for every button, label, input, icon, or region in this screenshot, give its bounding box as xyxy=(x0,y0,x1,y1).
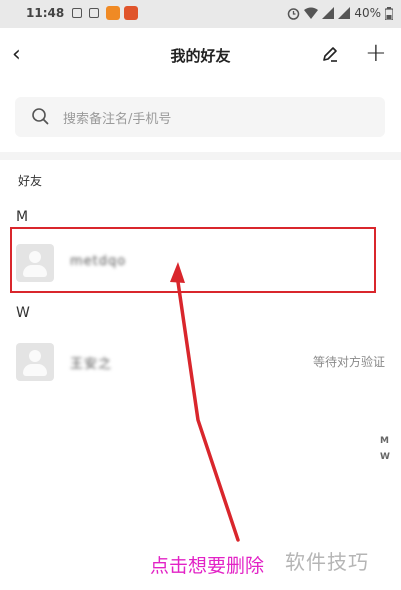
edit-icon[interactable] xyxy=(320,44,340,68)
divider xyxy=(0,152,401,160)
pending-status: 等待对方验证 xyxy=(312,355,385,369)
avatar xyxy=(16,343,54,381)
battery-percent: 40% xyxy=(354,6,381,20)
search-bar[interactable]: 搜索备注名/手机号 xyxy=(15,97,385,137)
status-time: 11:48 xyxy=(26,6,65,20)
side-index-m[interactable]: M xyxy=(380,436,389,446)
side-index-w[interactable]: W xyxy=(380,452,390,462)
group-letter-w: W xyxy=(16,305,30,321)
app-notification-icon xyxy=(106,6,120,20)
add-friend-button[interactable]: + xyxy=(365,38,387,68)
notification-icon xyxy=(89,8,99,18)
battery-icon xyxy=(385,6,393,20)
signal-icon xyxy=(338,7,351,19)
annotation-arrow xyxy=(170,262,240,542)
search-icon xyxy=(31,107,49,129)
annotation-caption: 点击想要删除 xyxy=(150,555,265,577)
friend-row-w[interactable]: 王安之 等待对方验证 xyxy=(0,333,401,393)
status-indicators: 40% xyxy=(287,6,393,20)
signal-icon xyxy=(322,7,335,19)
watermark: 软件技巧 xyxy=(285,550,369,574)
app-notification-icon xyxy=(124,6,138,20)
friend-name: 王安之 xyxy=(70,357,113,372)
status-bar: 11:48 40% xyxy=(0,0,401,28)
wifi-icon xyxy=(304,7,319,19)
search-input[interactable]: 搜索备注名/手机号 xyxy=(63,108,171,127)
group-letter-m: M xyxy=(16,209,29,225)
page-title: 我的好友 xyxy=(170,47,231,65)
highlight-box xyxy=(10,227,376,293)
section-label: 好友 xyxy=(18,174,43,188)
alarm-icon xyxy=(288,7,300,20)
nav-bar: ‹ 我的好友 + xyxy=(0,28,401,86)
notification-icon xyxy=(72,8,82,18)
